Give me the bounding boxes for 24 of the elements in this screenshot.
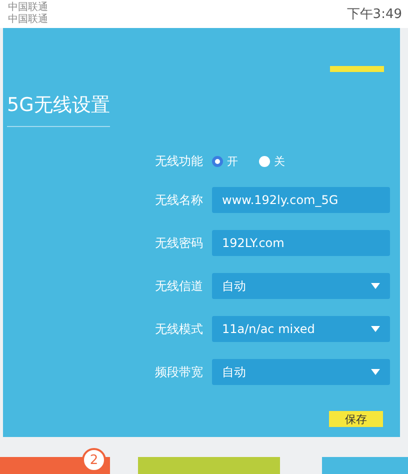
input-field[interactable]: www.192ly.com_5G xyxy=(212,187,390,213)
radio-option[interactable]: 关 xyxy=(259,154,285,169)
carrier-name: 中国联通 xyxy=(8,2,48,14)
radio-icon[interactable] xyxy=(259,156,270,167)
dropdown[interactable]: 自动 xyxy=(212,273,390,299)
field-label: 无线模式 xyxy=(155,320,201,338)
field-label: 无线密码 xyxy=(155,234,201,252)
caret-icon[interactable] xyxy=(371,283,380,289)
dropdown[interactable]: 自动 xyxy=(212,359,390,385)
radio-icon[interactable] xyxy=(212,156,223,167)
dropdown[interactable]: 11a/n/ac mixed xyxy=(212,316,390,342)
carrier-name: 中国联通 xyxy=(8,14,48,26)
step-number: 2 xyxy=(82,448,106,472)
field-label: 频段带宽 xyxy=(155,364,201,380)
caret-icon[interactable] xyxy=(371,326,380,332)
caret-icon[interactable] xyxy=(371,369,380,375)
clock: 下午3:49 xyxy=(346,6,402,23)
section-title: 5G无线设置 xyxy=(7,92,110,127)
field-label: 无线信道 xyxy=(155,278,201,294)
save-button[interactable]: 保存 xyxy=(329,411,383,427)
input-field[interactable]: 192LY.com xyxy=(212,230,390,256)
field-label: 无线功能 xyxy=(155,153,201,170)
radio-option[interactable]: 开 xyxy=(212,154,238,169)
field-label: 无线名称 xyxy=(155,192,201,208)
